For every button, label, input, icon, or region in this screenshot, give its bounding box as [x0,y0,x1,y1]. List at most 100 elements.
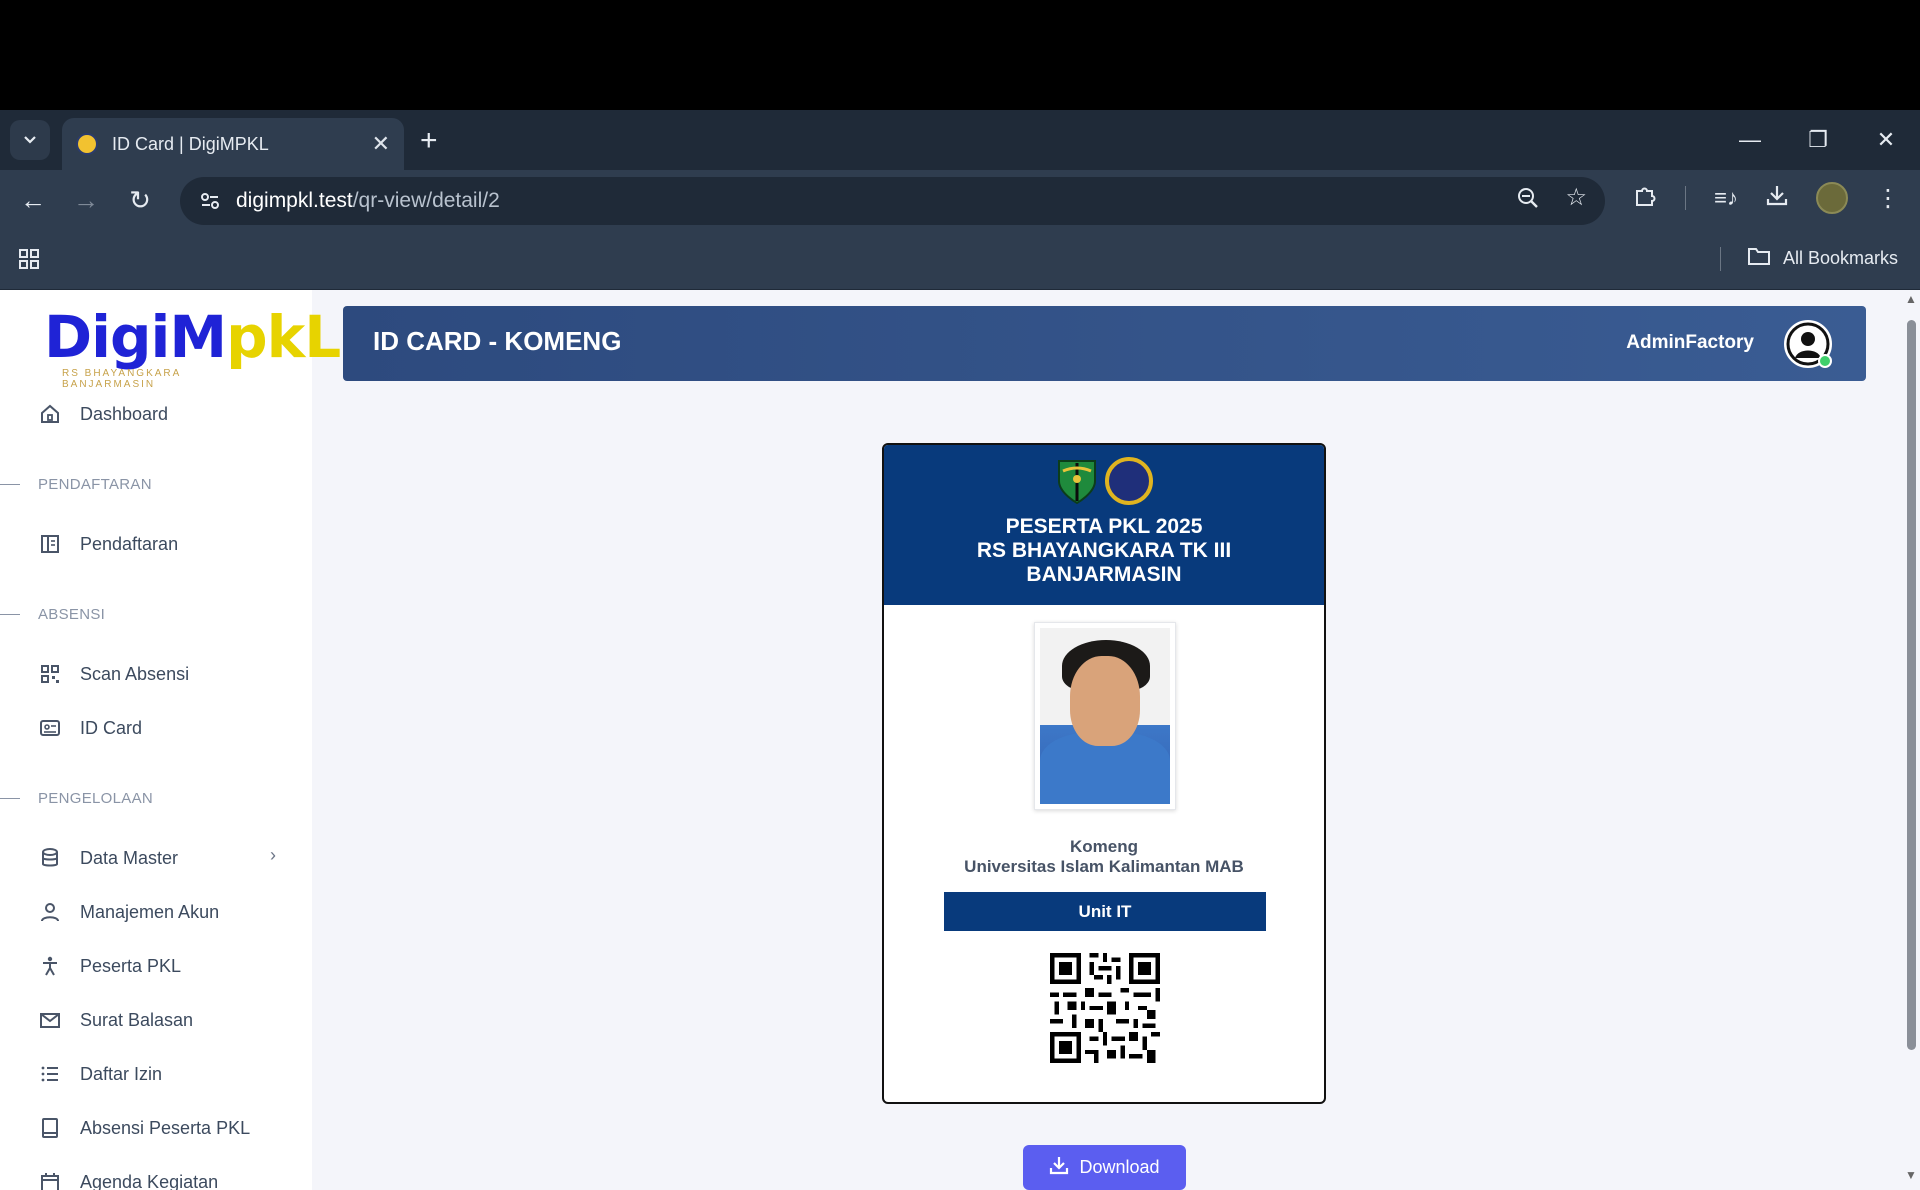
sidebar-item-dashboard[interactable]: Dashboard [38,402,168,426]
url-host: digimpkl.test [236,189,353,212]
section-header-label: PENDAFTARAN [38,476,152,493]
extensions-icon[interactable] [1633,183,1657,214]
user-icon [38,900,62,924]
layout-icon [38,532,62,556]
download-button[interactable]: Download [1023,1145,1186,1190]
scroll-up-icon[interactable]: ▲ [1905,292,1917,306]
card-line-2: RS BHAYANGKARA TK III [976,539,1232,562]
browser-tab[interactable]: ID Card | DigiMPKL ✕ [62,118,404,170]
download-label: Download [1079,1157,1160,1177]
minimize-icon[interactable]: — [1716,110,1784,170]
page-scrollbar[interactable]: ▲ ▼ [1902,290,1920,1190]
address-bar[interactable]: digimpkl.test/qr-view/detail/2 ☆ [180,177,1605,225]
sidebar-item-label: Daftar Izin [80,1063,163,1084]
sidebar-item-label: Scan Absensi [80,663,190,684]
all-bookmarks-label: All Bookmarks [1782,248,1898,268]
favicon-icon [76,133,98,155]
downloads-icon[interactable] [1766,184,1788,213]
user-avatar[interactable] [1784,320,1832,368]
sidebar-item-label: Surat Balasan [80,1009,194,1030]
book-icon [38,1116,62,1140]
zoom-icon[interactable] [1517,187,1539,215]
sidebar-item-agenda-kegiatan[interactable]: Agenda Kegiatan [38,1170,218,1190]
reload-icon[interactable]: ↻ [122,182,158,218]
card-line-3: BANJARMASIN [1026,563,1182,586]
online-status-dot [1818,354,1832,368]
sidebar-item-label: Peserta PKL [80,955,182,976]
forward-icon[interactable]: → [68,182,104,218]
page-title: ID CARD - KOMENG [373,326,622,356]
new-tab-icon[interactable]: + [420,124,438,158]
id-card: PESERTA PKL 2025 RS BHAYANGKARA TK III B… [882,443,1326,1104]
folder-icon [1747,246,1771,271]
browser-tab-bar: ID Card | DigiMPKL ✕ + — ❐ ✕ [0,110,1920,170]
chevron-right-icon[interactable]: › [270,845,276,866]
sidebar-item-peserta-pkl[interactable]: Peserta PKL [38,954,181,978]
header-username[interactable]: AdminFactory [1626,332,1754,354]
menu-kebab-icon[interactable]: ⋮ [1876,184,1900,213]
sidebar-item-scan-absensi[interactable]: Scan Absensi [38,662,189,686]
site-info-icon[interactable] [198,189,222,213]
tab-title: ID Card | DigiMPKL [112,133,269,154]
bookmarks-separator [1719,246,1721,271]
download-icon [1049,1155,1069,1180]
restore-icon[interactable]: ❐ [1784,110,1852,170]
page-header: ID CARD - KOMENG AdminFactory [343,306,1866,381]
close-window-icon[interactable]: ✕ [1852,110,1920,170]
calendar-icon [38,1170,62,1190]
police-medical-emblem-icon [1058,460,1096,505]
card-line-1: PESERTA PKL 2025 [1005,515,1203,538]
sidebar-item-label: Dashboard [80,403,169,424]
close-tab-icon[interactable]: ✕ [372,131,390,157]
sidebar-item-surat-balasan[interactable]: Surat Balasan [38,1008,193,1032]
apps-grid-icon[interactable] [18,248,40,275]
university-seal-icon [1105,457,1153,505]
section-header-pengelolaan: PENGELOLAAN [0,790,153,807]
section-header-label: PENGELOLAAN [38,790,154,807]
sidebar-item-label: Absensi Peserta PKL [80,1117,251,1138]
scrollbar-thumb[interactable] [1907,320,1916,1050]
sidebar-item-label: Pendaftaran [80,533,179,554]
sidebar-item-label: ID Card [80,717,143,738]
all-bookmarks-button[interactable]: All Bookmarks [1719,246,1898,271]
id-card-header: PESERTA PKL 2025 RS BHAYANGKARA TK III B… [884,445,1324,605]
sidebar-item-absensi-peserta-pkl[interactable]: Absensi Peserta PKL [38,1116,250,1140]
qr-code [1050,953,1160,1063]
logo-text-b: pkL [226,303,341,371]
mail-icon [38,1008,62,1032]
sidebar-item-id-card[interactable]: ID Card [38,716,142,740]
scroll-down-icon[interactable]: ▼ [1905,1168,1917,1182]
sidebar-item-data-master[interactable]: Data Master [38,846,284,870]
database-icon [38,846,62,870]
home-icon [38,402,62,426]
sidebar-item-label: Manajemen Akun [80,901,220,922]
bookmarks-bar: All Bookmarks [0,230,1920,290]
logo-text-a: DigiM [44,303,227,371]
page-content: DigiMpkL RS BHAYANGKARA BANJARMASIN Dash… [0,290,1920,1190]
sidebar-item-pendaftaran[interactable]: Pendaftaran [38,532,178,556]
profile-avatar-icon[interactable] [1816,182,1848,214]
logo-subtitle: RS BHAYANGKARA BANJARMASIN [62,368,181,390]
sidebar-item-label: Agenda Kegiatan [80,1171,219,1190]
tab-search-chevron-icon[interactable] [10,120,50,160]
section-header-label: ABSENSI [38,606,106,623]
sidebar-item-daftar-izin[interactable]: Daftar Izin [38,1062,162,1086]
browser-toolbar: ← → ↻ digimpkl.test/qr-view/detail/2 ☆ ≡… [0,170,1920,230]
sidebar: DigiMpkL RS BHAYANGKARA BANJARMASIN Dash… [0,290,341,1190]
sidebar-item-label: Data Master [80,847,179,868]
section-header-pendaftaran: PENDAFTARAN [0,476,152,493]
media-control-icon[interactable]: ≡♪ [1714,185,1738,211]
person-icon [38,954,62,978]
unit-badge: Unit IT [944,892,1266,931]
sidebar-item-manajemen-akun[interactable]: Manajemen Akun [38,900,219,924]
bookmark-star-icon[interactable]: ☆ [1565,186,1587,215]
id-card-icon [38,716,62,740]
participant-photo [1034,622,1176,810]
black-top-band [0,0,1920,110]
section-header-absensi: ABSENSI [0,606,105,623]
participant-school: Universitas Islam Kalimantan MAB [964,857,1244,876]
back-icon[interactable]: ← [15,182,51,218]
url-path: /qr-view/detail/2 [352,189,500,212]
list-icon [38,1062,62,1086]
app-logo[interactable]: DigiMpkL RS BHAYANGKARA BANJARMASIN [44,308,341,390]
